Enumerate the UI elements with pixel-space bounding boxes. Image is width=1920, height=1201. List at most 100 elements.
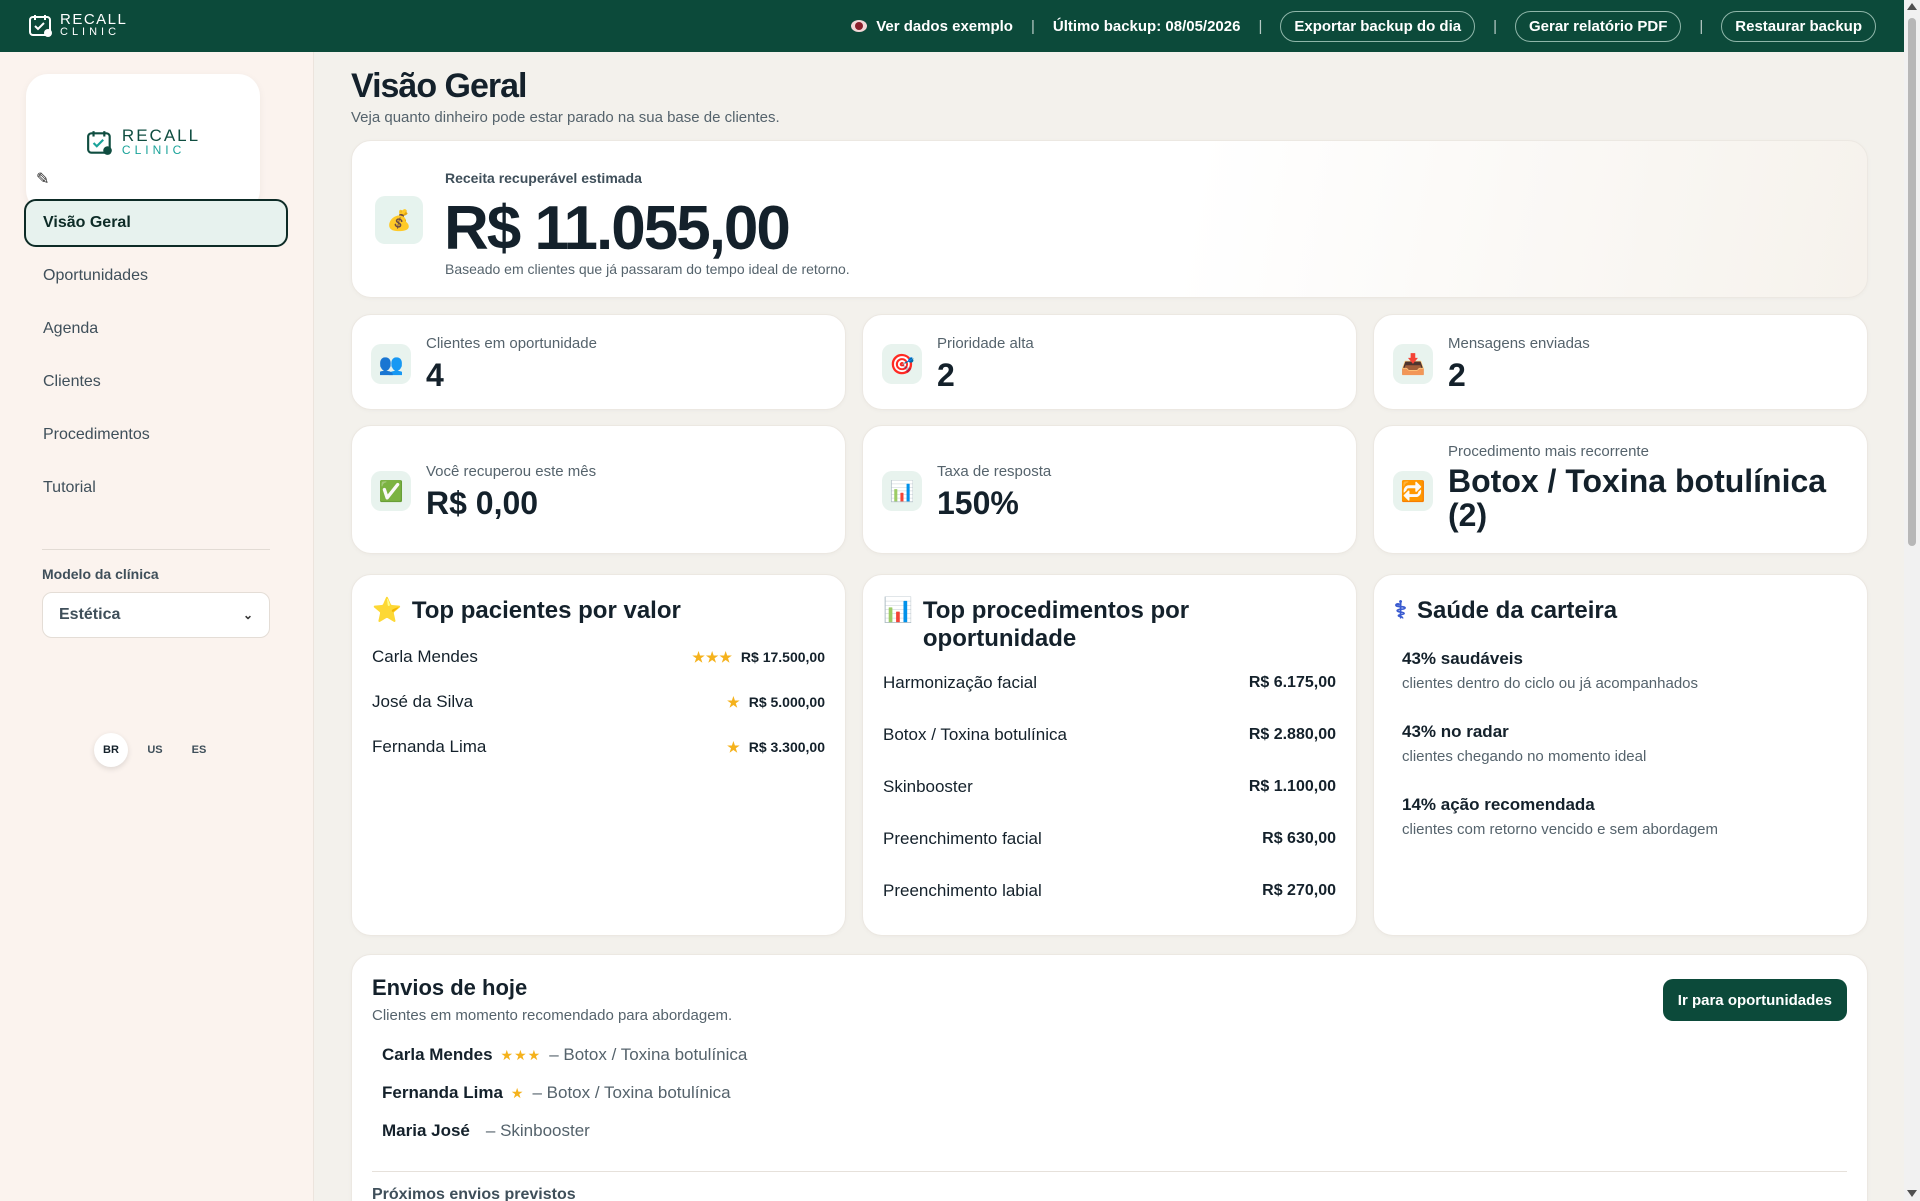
stat-label: Prioridade alta [937,335,1034,352]
scroll-down-arrow-icon[interactable] [1907,1190,1917,1197]
hero-label: Receita recuperável estimada [445,170,642,186]
clinic-model-select[interactable]: Estética ⌄ [42,592,270,638]
stat-label: Taxa de resposta [937,463,1052,480]
list-item[interactable]: Preenchimento facial R$ 630,00 [883,829,1336,849]
portfolio-health-title: Saúde da carteira [1416,597,1618,624]
send-client-name: Carla Mendes [382,1045,493,1064]
stat-label: Mensagens enviadas [1448,335,1590,352]
stat-value: R$ 0,00 [426,485,539,521]
lang-br-button[interactable]: BR [94,733,128,767]
stat-value: Botox / Toxina botulínica (2) [1448,463,1827,533]
list-item[interactable]: Preenchimento labial R$ 270,00 [883,881,1336,901]
send-procedure: – Botox / Toxina botulínica [549,1045,748,1064]
bar-chart-icon: 📊 [882,471,922,511]
page-subtitle: Veja quanto dinheiro pode estar parado n… [351,109,780,126]
language-switcher: BR US ES [94,733,216,767]
health-item: 43% saudáveis clientes dentro do ciclo o… [1402,649,1698,692]
send-row[interactable]: Maria José – Skinbooster [382,1121,590,1141]
inbox-icon: 📥 [1393,344,1433,384]
calendar-check-icon [29,15,52,37]
list-item[interactable]: José da Silva ★ R$ 5.000,00 [372,692,825,712]
separator: | [1493,17,1497,35]
check-icon: ✅ [371,471,411,511]
sidebar-item-visao-geral[interactable]: Visão Geral [24,199,288,247]
sidebar-item-agenda[interactable]: Agenda [24,305,288,353]
health-heading: 14% ação recomendada [1402,795,1595,814]
portfolio-health-card: ⚕ Saúde da carteira 43% saudáveis cliente… [1373,574,1868,936]
star-rating: ★★★ [692,648,733,665]
send-client-name: Fernanda Lima [382,1083,503,1102]
eye-icon [851,20,868,32]
top-procedures-title: Top procedimentos por oportunidade [922,597,1190,652]
stat-label: Clientes em oportunidade [426,335,597,352]
procedure-name: Botox / Toxina botulínica [883,725,1067,744]
money-bag-icon: 💰 [375,196,423,244]
stat-card-response-rate: 📊 Taxa de resposta 150% [862,425,1357,554]
health-heading: 43% no radar [1402,722,1509,741]
sidebar: RECALL CLINIC ✎ Visão Geral Oportunidade… [0,52,314,1201]
export-backup-button[interactable]: Exportar backup do dia [1280,10,1476,42]
star-rating: ★ [510,1084,525,1101]
top-bar: RECALL CLINIC Ver dados exemplo | Último… [0,0,1904,52]
stat-card-recovered: ✅ Você recuperou este mês R$ 0,00 [351,425,846,554]
health-item: 14% ação recomendada clientes com retorn… [1402,795,1718,838]
health-description: clientes chegando no momento ideal [1402,748,1647,765]
generate-pdf-button[interactable]: Gerar relatório PDF [1514,10,1682,42]
lang-us-button[interactable]: US [138,733,172,767]
sample-data-label: Ver dados exemplo [876,17,1013,35]
stat-label: Procedimento mais recorrente [1448,443,1649,460]
sample-data-toggle[interactable]: Ver dados exemplo [851,18,1013,35]
sidebar-item-clientes[interactable]: Clientes [24,358,288,406]
stat-card-priority: 🎯 Prioridade alta 2 [862,314,1357,410]
sends-subtitle: Clientes em momento recomendado para abo… [372,1007,733,1024]
people-icon: 👥 [371,344,411,384]
go-to-opportunities-button[interactable]: Ir para oportunidades [1662,979,1847,1021]
next-sends-title: Próximos envios previstos [372,1186,576,1201]
separator: | [1258,17,1263,35]
top-patients-title: Top pacientes por valor [411,597,681,624]
top-logo[interactable]: RECALL CLINIC [28,11,128,39]
page-scrollbar[interactable] [1904,0,1920,1201]
procedure-value: R$ 1.100,00 [1248,778,1336,795]
procedure-value: R$ 630,00 [1262,830,1336,847]
health-heading: 43% saudáveis [1402,649,1523,668]
logo-line1: RECALL [60,11,128,28]
procedure-name: Harmonização facial [883,673,1038,692]
procedure-name: Preenchimento facial [883,829,1042,848]
patient-name: Carla Mendes [372,647,478,666]
bar-chart-icon: 📊 [883,597,913,624]
send-procedure: – Skinbooster [485,1121,590,1140]
separator: | [1699,17,1704,35]
scroll-up-arrow-icon[interactable] [1907,3,1917,10]
list-item[interactable]: Fernanda Lima ★ R$ 3.300,00 [372,737,825,757]
clinic-model-value: Estética [59,606,121,623]
divider [372,1171,1847,1172]
lang-es-button[interactable]: ES [182,733,216,767]
list-item[interactable]: Carla Mendes ★★★ R$ 17.500,00 [372,647,825,667]
star-icon: ⭐ [372,597,402,624]
sends-title: Envios de hoje [372,975,528,1000]
sidebar-logo-card[interactable]: RECALL CLINIC [26,74,260,212]
hero-note: Baseado em clientes que já passaram do t… [445,261,850,277]
list-item[interactable]: Harmonização facial R$ 6.175,00 [883,673,1336,693]
stethoscope-icon: ⚕ [1394,597,1407,624]
send-row[interactable]: Carla Mendes ★★★ – Botox / Toxina botulí… [382,1045,747,1065]
restore-backup-button[interactable]: Restaurar backup [1721,10,1876,42]
sidebar-item-procedimentos[interactable]: Procedimentos [24,411,288,459]
list-item[interactable]: Botox / Toxina botulínica R$ 2.880,00 [883,725,1336,745]
stat-card-top-procedure: 🔁 Procedimento mais recorrente Botox / T… [1373,425,1868,554]
stat-card-clients: 👥 Clientes em oportunidade 4 [351,314,846,410]
procedure-value: R$ 2.880,00 [1248,726,1336,743]
sidebar-logo-line2: CLINIC [121,143,186,157]
send-procedure: – Botox / Toxina botulínica [532,1083,731,1102]
sidebar-item-tutorial[interactable]: Tutorial [24,464,288,512]
sidebar-nav: Visão Geral Oportunidades Agenda Cliente… [24,199,288,517]
star-rating: ★ [727,693,741,710]
stat-value: 2 [937,357,955,393]
scrollbar-thumb[interactable] [1908,18,1916,546]
pencil-icon[interactable]: ✎ [36,169,56,189]
send-row[interactable]: Fernanda Lima ★ – Botox / Toxina botulín… [382,1083,731,1103]
list-item[interactable]: Skinbooster R$ 1.100,00 [883,777,1336,797]
sidebar-item-oportunidades[interactable]: Oportunidades [24,252,288,300]
sidebar-divider [42,549,270,550]
